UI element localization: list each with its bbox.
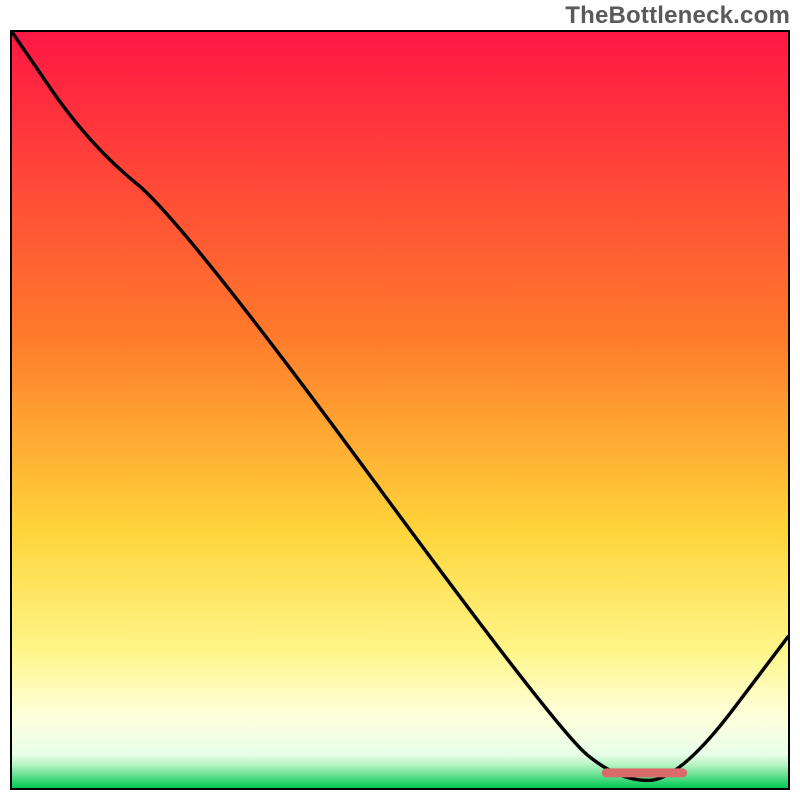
chart-optimal-marker bbox=[12, 32, 788, 788]
watermark-text: TheBottleneck.com bbox=[565, 2, 790, 30]
chart-plot-area bbox=[10, 30, 790, 790]
chart-stage: TheBottleneck.com bbox=[0, 0, 800, 800]
